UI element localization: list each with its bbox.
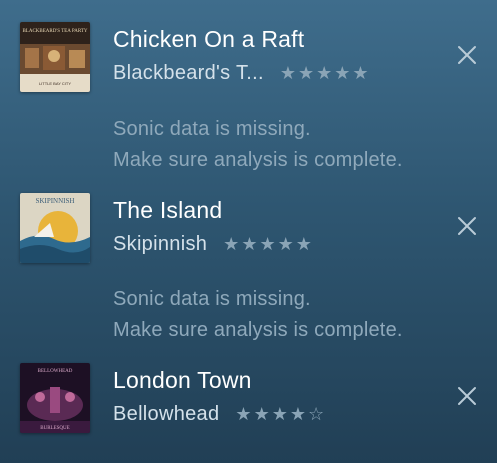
track-title: The Island — [113, 197, 223, 223]
rating-stars[interactable]: ★ ★ ★ ★ ★ — [223, 235, 312, 253]
star-icon[interactable]: ★ — [290, 405, 306, 423]
message-line: Sonic data is missing. — [113, 118, 311, 140]
message-line: Make sure analysis is complete. — [113, 149, 403, 171]
track-artist: Bellowhead — [113, 402, 220, 425]
star-icon[interactable]: ★ — [278, 235, 294, 253]
star-icon[interactable]: ★ — [316, 64, 332, 82]
star-icon[interactable]: ★ — [296, 235, 312, 253]
star-icon[interactable]: ★ — [259, 235, 275, 253]
album-art: BELLOWHEAD BURLESQUE — [20, 363, 90, 433]
album-art-text: SKIPINNISH — [36, 197, 75, 205]
album-art-caption: LITTLE BAY CITY — [39, 81, 71, 86]
rating-stars[interactable]: ★ ★ ★ ★ ☆ — [235, 405, 324, 423]
star-icon[interactable]: ★ — [280, 64, 296, 82]
album-art-caption: BURLESQUE — [40, 426, 69, 431]
sonic-data-message: Sonic data is missing. Make sure analysi… — [113, 114, 483, 176]
track-row[interactable]: BLACKBEARD'S TEA PARTY LITTLE BAY CITY C… — [0, 22, 497, 102]
star-icon[interactable]: ★ — [235, 405, 251, 423]
close-icon — [458, 217, 476, 235]
track-artist: Blackbeard's T... — [113, 61, 264, 84]
close-button[interactable] — [454, 383, 480, 409]
track-row[interactable]: BELLOWHEAD BURLESQUE London Town Bellowh… — [0, 363, 497, 443]
star-icon[interactable]: ★ — [272, 405, 288, 423]
message-line: Make sure analysis is complete. — [113, 319, 403, 341]
album-art: SKIPINNISH — [20, 193, 90, 263]
star-icon[interactable]: ★ — [334, 64, 350, 82]
album-art-text: BLACKBEARD'S TEA PARTY — [22, 29, 87, 34]
rating-stars[interactable]: ★ ★ ★ ★ ★ — [280, 64, 369, 82]
track-row[interactable]: SKIPINNISH The Island Skipinnish ★ ★ ★ ★ ★ — [0, 193, 497, 273]
album-art: BLACKBEARD'S TEA PARTY LITTLE BAY CITY — [20, 22, 90, 92]
track-title: Chicken On a Raft — [113, 26, 305, 52]
track-artist: Skipinnish — [113, 232, 208, 255]
sonic-data-message: Sonic data is missing. Make sure analysi… — [113, 284, 483, 346]
close-icon — [458, 46, 476, 64]
close-icon — [458, 387, 476, 405]
star-icon[interactable]: ★ — [223, 235, 239, 253]
star-icon[interactable]: ★ — [352, 64, 368, 82]
star-icon[interactable]: ☆ — [308, 405, 324, 423]
star-icon[interactable]: ★ — [241, 235, 257, 253]
star-icon[interactable]: ★ — [254, 405, 270, 423]
album-art-text: BELLOWHEAD — [38, 369, 73, 374]
close-button[interactable] — [454, 42, 480, 68]
star-icon[interactable]: ★ — [298, 64, 314, 82]
message-line: Sonic data is missing. — [113, 288, 311, 310]
track-title: London Town — [113, 367, 252, 393]
close-button[interactable] — [454, 213, 480, 239]
